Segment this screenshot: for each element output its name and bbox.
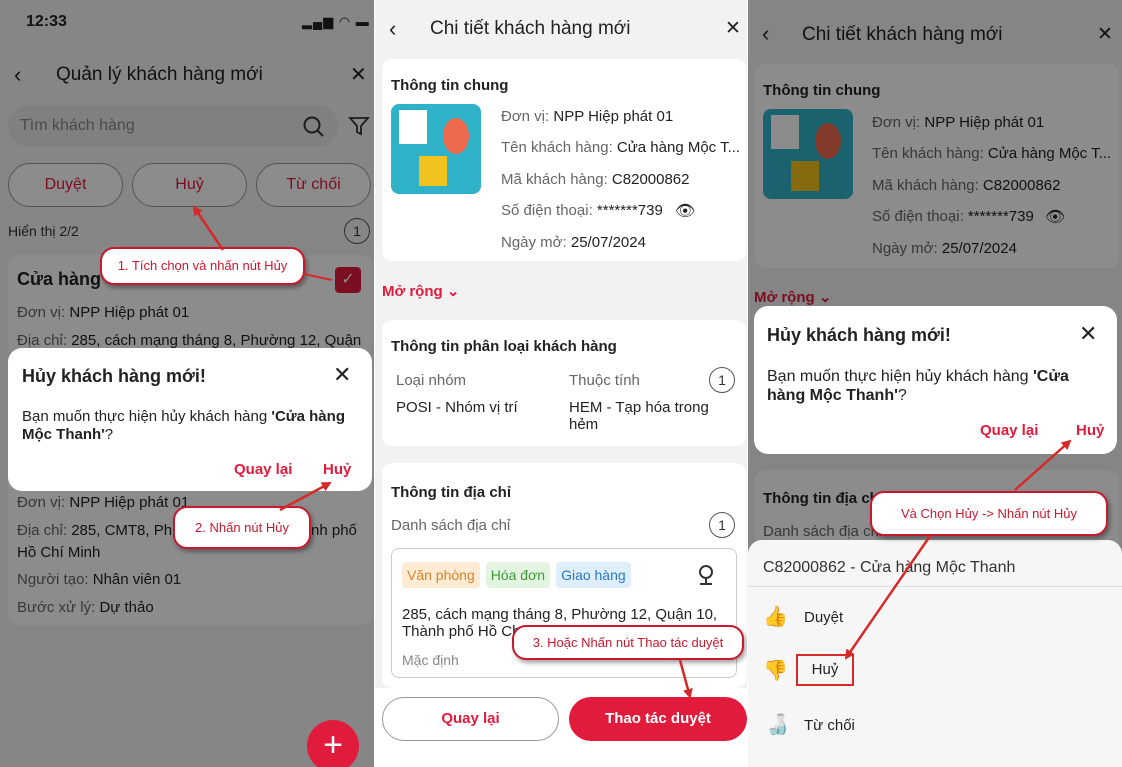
- address-badge: 1: [709, 512, 735, 538]
- eye-icon[interactable]: 👁: [675, 201, 695, 221]
- back-button[interactable]: Quay lại: [382, 697, 559, 741]
- dialog-message: Bạn muốn thực hiện hủy khách hàng 'Cửa h…: [767, 368, 1069, 404]
- callout-step-3: 3. Hoặc Nhấn nút Thao tác duyệt: [512, 625, 744, 660]
- group-label: Loại nhóm: [396, 372, 467, 389]
- sheet-item-label: Huỷ: [796, 654, 854, 686]
- detail-action-screen: ‹ Chi tiết khách hàng mới ✕ Thông tin ch…: [748, 0, 1122, 767]
- open-date-field: Ngày mở: 25/07/2024: [501, 234, 646, 251]
- thumbs-up-icon: 👍: [763, 606, 788, 628]
- unit-field: Đơn vị: NPP Hiệp phát 01: [501, 108, 674, 125]
- expand-link[interactable]: Mở rộng ⌄: [382, 282, 459, 300]
- classification-card: Thông tin phân loại khách hàng Loại nhóm…: [382, 320, 746, 446]
- sheet-item-label: Từ chối: [804, 717, 855, 734]
- tag-office: Văn phòng: [402, 562, 480, 588]
- dialog-close-icon[interactable]: ✕: [1079, 321, 1097, 347]
- cancel-dialog: Hủy khách hàng mới! ✕ Bạn muốn thực hiện…: [754, 306, 1117, 454]
- dialog-message: Bạn muốn thực hiện hủy khách hàng 'Cửa h…: [22, 408, 345, 443]
- thumbs-down-icon: 👎: [763, 660, 788, 682]
- approve-action-button[interactable]: Thao tác duyệt: [569, 697, 747, 741]
- action-sheet: C82000862 - Cửa hàng Mộc Thanh 👍 Duyệt 👎…: [748, 540, 1122, 767]
- section-title: Thông tin địa chỉ: [391, 484, 511, 501]
- cancel-dialog: Hủy khách hàng mới! ✕ Bạn muốn thực hiện…: [8, 348, 372, 491]
- sheet-item-label: Duyệt: [804, 609, 844, 626]
- callout-step-4: Và Chọn Hủy -> Nhấn nút Hủy: [870, 491, 1108, 536]
- close-icon[interactable]: ✕: [725, 17, 741, 40]
- detail-screen: ‹ Chi tiết khách hàng mới ✕ Thông tin ch…: [375, 0, 747, 767]
- section-title: Thông tin chung: [391, 77, 509, 94]
- dialog-back-button[interactable]: Quay lại: [980, 422, 1038, 439]
- bottom-bar: Quay lại Thao tác duyệt: [375, 688, 747, 767]
- group-value: POSI - Nhóm vị trí: [396, 399, 518, 416]
- sheet-divider: [748, 586, 1122, 587]
- page-title: Chi tiết khách hàng mới: [430, 18, 631, 39]
- callout-step-2: 2. Nhấn nút Hủy: [173, 506, 311, 549]
- address-default: Mặc định: [402, 652, 459, 668]
- bottle-icon: 🍶: [765, 714, 790, 736]
- back-icon[interactable]: ‹: [389, 16, 396, 42]
- class-badge: 1: [709, 367, 735, 393]
- sheet-item-cancel[interactable]: 👎 Huỷ: [763, 654, 1103, 688]
- phone-field: Số điện thoại: *******739: [501, 202, 663, 219]
- dialog-cancel-button[interactable]: Huỷ: [1076, 422, 1104, 439]
- section-title: Thông tin phân loại khách hàng: [391, 338, 617, 355]
- tag-invoice: Hóa đơn: [485, 562, 551, 588]
- tag-delivery: Giao hàng: [556, 562, 631, 588]
- address-list-label: Danh sách địa chỉ: [391, 517, 511, 534]
- add-fab-button[interactable]: +: [307, 720, 359, 767]
- store-photo: [391, 104, 481, 194]
- sheet-header: C82000862 - Cửa hàng Mộc Thanh: [763, 559, 1016, 576]
- sheet-item-reject[interactable]: 🍶 Từ chối: [763, 710, 1103, 742]
- attr-label: Thuộc tính: [569, 372, 640, 389]
- customer-name-field: Tên khách hàng: Cửa hàng Mộc T...: [501, 139, 741, 156]
- list-screen: 12:33 ▂▄▆ ◠ ▬ ‹ Quản lý khách hàng mới ✕…: [0, 0, 374, 767]
- address-tags: Văn phòng Hóa đơn Giao hàng: [402, 562, 637, 588]
- sheet-item-approve[interactable]: 👍 Duyệt: [763, 602, 1103, 634]
- callout-step-1: 1. Tích chọn và nhấn nút Hủy: [100, 247, 305, 285]
- dialog-cancel-button[interactable]: Huỷ: [323, 461, 351, 478]
- dialog-title: Hủy khách hàng mới!: [22, 366, 206, 386]
- dialog-title: Hủy khách hàng mới!: [767, 325, 951, 345]
- customer-code-field: Mã khách hàng: C82000862: [501, 171, 690, 188]
- attr-value: HEM - Tạp hóa trong hẻm: [569, 399, 709, 433]
- dialog-close-icon[interactable]: ✕: [333, 362, 351, 388]
- chevron-down-icon: ⌄: [446, 283, 460, 300]
- location-pin-icon[interactable]: [696, 563, 716, 587]
- dialog-back-button[interactable]: Quay lại: [234, 461, 292, 478]
- general-info-card: Thông tin chung Đơn vị: NPP Hiệp phát 01…: [382, 59, 746, 261]
